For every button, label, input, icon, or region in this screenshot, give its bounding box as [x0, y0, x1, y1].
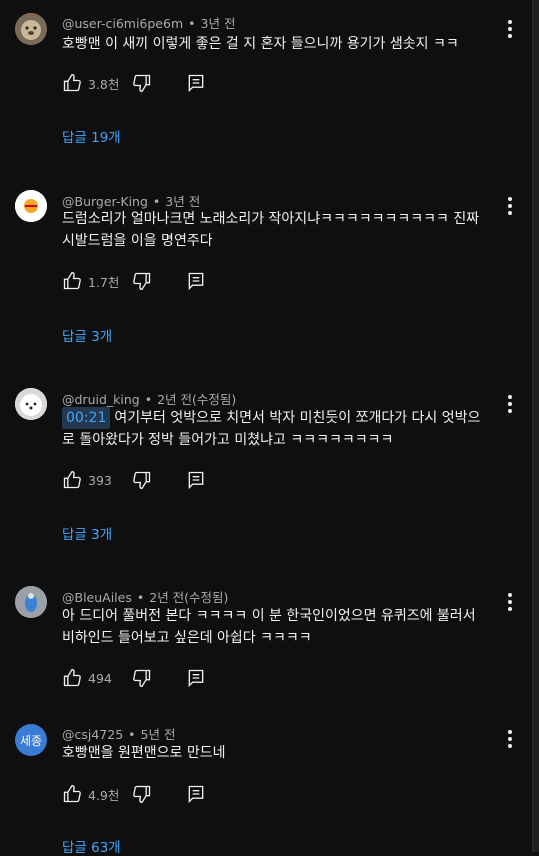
reply-icon: [188, 785, 204, 804]
comment-author[interactable]: @druid_king: [62, 392, 140, 407]
avatar[interactable]: 세종: [15, 724, 47, 756]
comment-time[interactable]: 2년 전(수정됨): [157, 392, 236, 407]
dislike-icon: [133, 669, 151, 688]
comment-author[interactable]: @BleuAiles: [62, 590, 132, 605]
reply-icon: [188, 74, 204, 93]
timestamp-link[interactable]: 00:21: [62, 407, 111, 429]
view-replies-button[interactable]: 답글 3개: [62, 523, 112, 543]
more-vert-icon: [508, 395, 512, 413]
avatar-image: [15, 13, 47, 45]
like-icon: [63, 784, 81, 803]
reply-button[interactable]: [186, 470, 206, 490]
like-count: 494: [88, 670, 112, 686]
reply-button[interactable]: [186, 73, 206, 93]
comment-text: 드럼소리가 얼마나크면 노래소리가 작아지냐ㅋㅋㅋㅋㅋㅋㅋㅋㅋㅋ 진짜 시발드럼…: [62, 211, 480, 249]
comment-meta: @BleuAiles • 2년 전(수정됨): [62, 587, 228, 606]
like-count: 1.7천: [88, 274, 120, 290]
scrollbar-track[interactable]: [532, 0, 539, 852]
separator-dot: •: [128, 727, 136, 742]
dislike-button[interactable]: [132, 668, 152, 688]
separator-dot: •: [152, 194, 161, 209]
comment-text: 아 드디어 풀버전 본다 ㅋㅋㅋㅋ 이 분 한국인이었으면 유퀴즈에 불러서 비…: [62, 608, 476, 646]
like-icon: [63, 470, 81, 489]
avatar[interactable]: [15, 388, 47, 420]
reply-icon: [188, 669, 204, 688]
more-vert-icon: [508, 730, 512, 748]
dislike-icon: [133, 272, 151, 291]
comment-time[interactable]: 3년 전: [201, 16, 236, 31]
like-button[interactable]: [62, 73, 82, 93]
reply-icon: [188, 471, 204, 490]
comment-time[interactable]: 5년 전: [141, 727, 176, 742]
separator-dot: •: [136, 590, 145, 605]
separator-dot: •: [188, 16, 196, 31]
comment-text: 00:21 여기부터 엇박으로 치면서 박자 미친듯이 쪼개다가 다시 엇박으로 …: [62, 407, 492, 451]
dislike-button[interactable]: [132, 470, 152, 490]
like-icon: [63, 668, 81, 687]
dislike-button[interactable]: [132, 271, 152, 291]
dislike-icon: [133, 74, 151, 93]
like-button[interactable]: [62, 470, 82, 490]
comment-text-body: 여기부터 엇박으로 치면서 박자 미친듯이 쪼개다가 다시 엇박으로 돌아왔다가…: [62, 410, 481, 448]
more-actions-button[interactable]: [504, 592, 516, 612]
avatar[interactable]: [15, 13, 47, 45]
like-button[interactable]: [62, 784, 82, 804]
like-button[interactable]: [62, 668, 82, 688]
dislike-button[interactable]: [132, 73, 152, 93]
reply-icon: [188, 272, 204, 291]
view-replies-button[interactable]: 답글 19개: [62, 126, 121, 146]
reply-button[interactable]: [186, 668, 206, 688]
dislike-button[interactable]: [132, 784, 152, 804]
more-actions-button[interactable]: [504, 19, 516, 39]
more-actions-button[interactable]: [504, 729, 516, 749]
comment-time[interactable]: 2년 전(수정됨): [149, 590, 228, 605]
more-actions-button[interactable]: [504, 394, 516, 414]
comment-author[interactable]: @Burger-King: [62, 194, 148, 209]
more-actions-button[interactable]: [504, 196, 516, 216]
comment-time[interactable]: 3년 전: [165, 194, 200, 209]
avatar[interactable]: [15, 190, 47, 222]
comment-meta: @druid_king • 2년 전(수정됨): [62, 389, 236, 408]
comment-actions: 4.9천: [62, 783, 206, 805]
like-button[interactable]: [62, 271, 82, 291]
reply-button[interactable]: [186, 271, 206, 291]
comment-author[interactable]: @user-ci6mi6pe6m: [62, 16, 183, 31]
comment-meta: @user-ci6mi6pe6m • 3년 전: [62, 13, 235, 32]
dislike-icon: [133, 785, 151, 804]
comment-text: 호빵맨을 원편맨으로 만드네: [62, 745, 226, 761]
avatar[interactable]: [15, 586, 47, 618]
comment-actions: 393: [62, 469, 206, 491]
avatar-image: [15, 388, 47, 420]
reply-button[interactable]: [186, 784, 206, 804]
like-count: 4.9천: [88, 787, 120, 803]
more-vert-icon: [508, 20, 512, 38]
like-count: 3.8천: [88, 76, 120, 92]
more-vert-icon: [508, 197, 512, 215]
like-count: 393: [88, 472, 112, 488]
avatar-image: [15, 586, 47, 618]
comment-actions: 3.8천: [62, 72, 206, 94]
dislike-icon: [133, 471, 151, 490]
comment-actions: 494: [62, 667, 206, 689]
view-replies-button[interactable]: 답글 3개: [62, 325, 112, 345]
like-icon: [63, 271, 81, 290]
more-vert-icon: [508, 593, 512, 611]
comment-actions: 1.7천: [62, 270, 206, 292]
comment-meta: @csj4725 • 5년 전: [62, 724, 175, 743]
separator-dot: •: [144, 392, 153, 407]
like-icon: [63, 73, 81, 92]
comment-text: 호빵맨 이 새끼 이렇게 좋은 걸 지 혼자 들으니까 용기가 샘솟지 ㅋㅋ: [62, 36, 459, 52]
avatar-initials: 세종: [19, 733, 43, 748]
comment-author[interactable]: @csj4725: [62, 727, 123, 742]
view-replies-button[interactable]: 답글 63개: [62, 836, 121, 856]
avatar-image: [15, 190, 47, 222]
